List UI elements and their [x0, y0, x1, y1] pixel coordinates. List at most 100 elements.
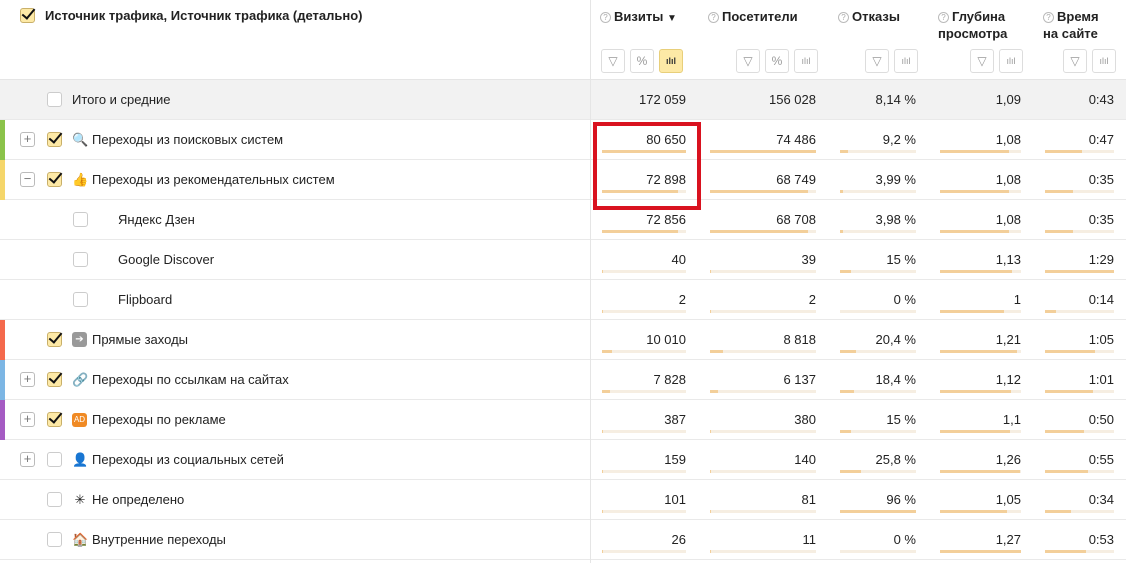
totals-row[interactable]: Итого и средние 172 059 156 028 8,14 % 1,09 0… — [0, 80, 1126, 120]
search-icon: 🔍 — [72, 132, 89, 147]
row-checkbox[interactable] — [47, 532, 62, 547]
column-divider — [590, 0, 591, 563]
visits-percent-button[interactable]: % — [630, 49, 654, 73]
time-chart-button[interactable]: ılıl — [1092, 49, 1116, 73]
table-row[interactable]: + 🔍 Переходы из поисковых систем 80 650 74 4… — [0, 120, 1126, 160]
expand-button[interactable]: + — [20, 412, 35, 427]
row-checkbox[interactable] — [47, 372, 62, 387]
column-bounce: ? Отказы ▽ ılıl — [828, 0, 928, 79]
bounce-filter-button[interactable]: ▽ — [865, 49, 889, 73]
visitors-value: 74 486 — [776, 132, 816, 147]
row-checkbox[interactable] — [73, 252, 88, 267]
bounce-cell: 8,14 % — [828, 80, 928, 120]
expand-button[interactable]: + — [20, 132, 35, 147]
depth-value: 1,26 — [995, 452, 1021, 467]
ad-icon: AD — [72, 413, 87, 427]
help-icon[interactable]: ? — [708, 12, 719, 23]
visits-cell: 40 — [590, 240, 698, 280]
visitors-value: 6 137 — [783, 372, 816, 387]
help-icon[interactable]: ? — [938, 12, 949, 23]
time-bar — [1045, 350, 1114, 353]
visits-bar — [602, 310, 686, 313]
bounce-chart-button[interactable]: ılıl — [894, 49, 918, 73]
time-bar — [1045, 270, 1114, 273]
time-bar — [1045, 230, 1114, 233]
table-row[interactable]: + 👤 Переходы из социальных сетей 159 140 25,8… — [0, 440, 1126, 480]
bounce-value: 0 % — [893, 292, 916, 307]
row-checkbox[interactable] — [47, 132, 62, 147]
time-value: 0:35 — [1088, 212, 1114, 227]
table-row[interactable]: 🏠 Внутренние переходы 26 11 0 % 1,27 0:53 — [0, 520, 1126, 560]
collapse-button[interactable]: − — [20, 172, 35, 187]
row-checkbox[interactable] — [47, 452, 62, 467]
row-label: Переходы из рекомендательных систем — [92, 172, 335, 187]
bounce-header[interactable]: ? Отказы — [838, 8, 900, 25]
row-checkbox[interactable] — [73, 212, 88, 227]
visits-value: 10 010 — [646, 332, 686, 347]
help-icon[interactable]: ? — [838, 12, 849, 23]
select-all-checkbox[interactable] — [20, 8, 35, 23]
bounce-cell: 0 % — [828, 520, 928, 560]
row-checkbox[interactable] — [47, 172, 62, 187]
table-row[interactable]: Google Discover 40 39 15 % 1,13 1:29 — [0, 240, 1126, 280]
table-row[interactable]: Flipboard 2 2 0 % 1 0:14 — [0, 280, 1126, 320]
visits-cell: 159 — [590, 440, 698, 480]
visits-value: 7 828 — [653, 372, 686, 387]
row-checkbox[interactable] — [47, 412, 62, 427]
depth-value: 1,08 — [995, 172, 1021, 187]
visitors-cell: 2 — [698, 280, 828, 320]
depth-bar — [940, 270, 1021, 273]
sort-desc-icon[interactable]: ▼ — [667, 13, 677, 24]
visitors-filter-button[interactable]: ▽ — [736, 49, 760, 73]
help-icon[interactable]: ? — [1043, 12, 1054, 23]
visits-filter-button[interactable]: ▽ — [601, 49, 625, 73]
depth-value: 1,08 — [995, 212, 1021, 227]
row-checkbox[interactable] — [47, 492, 62, 507]
expand-button[interactable]: + — [20, 452, 35, 467]
column-depth: ? Глубина просмотра ▽ ılıl — [928, 0, 1033, 79]
depth-filter-button[interactable]: ▽ — [970, 49, 994, 73]
visitors-chart-button[interactable]: ılıl — [794, 49, 818, 73]
visits-cell: 7 828 — [590, 360, 698, 400]
visits-value: 2 — [678, 292, 686, 307]
time-bar — [1045, 430, 1114, 433]
time-bar — [1045, 550, 1114, 553]
time-header[interactable]: ? Время на сайте — [1043, 8, 1099, 42]
table-row[interactable]: ✳ Не определено 101 81 96 % 1,05 0:34 — [0, 480, 1126, 520]
depth-value: 1,05 — [995, 492, 1021, 507]
time-cell: 0:43 — [1033, 80, 1126, 120]
table-row[interactable]: ➔ Прямые заходы 10 010 8 818 20,4 % 1,21 1:05 — [0, 320, 1126, 360]
thumbs-up-icon: 👍 — [72, 172, 89, 187]
visits-header[interactable]: ? Визиты ▼ — [600, 8, 677, 27]
row-checkbox[interactable] — [73, 292, 88, 307]
expand-button[interactable]: + — [20, 372, 35, 387]
row-checkbox[interactable] — [47, 92, 62, 107]
time-cell: 1:05 — [1033, 320, 1126, 360]
visitors-cell: 8 818 — [698, 320, 828, 360]
dimension-header[interactable]: Источник трафика, Источник трафика (дета… — [20, 8, 363, 23]
depth-cell: 1,08 — [928, 160, 1033, 200]
bounce-cell: 18,4 % — [828, 360, 928, 400]
row-checkbox[interactable] — [47, 332, 62, 347]
visitors-header[interactable]: ? Посетители — [708, 8, 798, 25]
depth-header[interactable]: ? Глубина просмотра — [938, 8, 1007, 42]
bounce-value: 15 % — [886, 412, 916, 427]
bounce-value: 15 % — [886, 252, 916, 267]
visits-bar — [602, 230, 686, 233]
visitors-bar — [710, 190, 816, 193]
visits-chart-button[interactable]: ılıl — [659, 49, 683, 73]
color-marker — [0, 320, 5, 360]
help-icon[interactable]: ? — [600, 12, 611, 23]
visitors-bar — [710, 390, 816, 393]
table-row[interactable]: + AD Переходы по рекламе 387 380 15 % 1,1 0:50 — [0, 400, 1126, 440]
visits-bar — [602, 430, 686, 433]
depth-bar — [940, 230, 1021, 233]
table-row[interactable]: Яндекс Дзен 72 856 68 708 3,98 % 1,08 0:35 — [0, 200, 1126, 240]
time-filter-button[interactable]: ▽ — [1063, 49, 1087, 73]
visitors-percent-button[interactable]: % — [765, 49, 789, 73]
depth-chart-button[interactable]: ılıl — [999, 49, 1023, 73]
bounce-bar — [840, 310, 916, 313]
bounce-bar — [840, 150, 916, 153]
table-row[interactable]: + 🔗 Переходы по ссылкам на сайтах 7 828 6 13… — [0, 360, 1126, 400]
table-row[interactable]: − 👍 Переходы из рекомендательных систем 72 … — [0, 160, 1126, 200]
